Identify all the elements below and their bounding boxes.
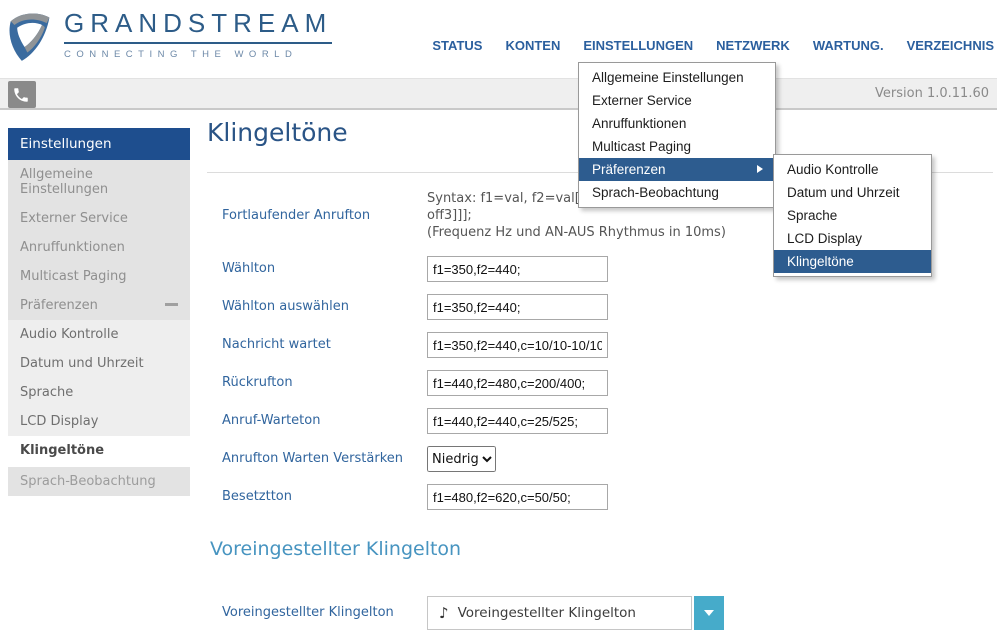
logo-text: GRANDSTREAM CONNECTING THE WORLD (64, 8, 332, 60)
submenu-item-lcd-display[interactable]: LCD Display (774, 227, 931, 250)
besetztton-input[interactable] (427, 484, 608, 510)
nav-verzeichnis[interactable]: VERZEICHNIS (907, 38, 994, 53)
chevron-down-icon (704, 610, 714, 621)
anrufton-warten-verstaerken-select[interactable]: Niedrig (427, 446, 496, 472)
logo: GRANDSTREAM CONNECTING THE WORLD (8, 8, 332, 64)
sidebar-item-sprache[interactable]: Sprache (8, 378, 190, 407)
field-label-anruf-warteton: Anruf-Warteton (222, 413, 427, 429)
field-label-waehlton-auswaehlen: Wählton auswählen (222, 299, 427, 315)
menu-item-praeferenzen[interactable]: Präferenzen (579, 158, 775, 181)
sidebar-title: Einstellungen (8, 128, 190, 160)
sidebar-item-allgemeine-einstellungen[interactable]: Allgemeine Einstellungen (8, 160, 190, 204)
sidebar-item-lcd-display[interactable]: LCD Display (8, 407, 190, 436)
syntax-line-2: off3]]]; (427, 207, 763, 224)
field-label-nachricht-wartet: Nachricht wartet (222, 337, 427, 353)
field-label-anrufton-warten-verstaerken: Anrufton Warten Verstärken (222, 451, 427, 467)
syntax-line-3: (Frequenz Hz und AN-AUS Rhythmus in 10ms… (427, 224, 763, 241)
submenu-item-datum-und-uhrzeit[interactable]: Datum und Uhrzeit (774, 181, 931, 204)
sidebar-item-klingeltoene[interactable]: Klingeltöne (8, 436, 190, 465)
page-title: Klingeltöne (207, 118, 348, 147)
sidebar-item-sprach-beobachtung[interactable]: Sprach-Beobachtung (8, 467, 190, 496)
form-row: Besetztton (222, 484, 822, 510)
form-row: Wählton auswählen (222, 294, 822, 320)
field-label-rueckrufton: Rückrufton (222, 375, 427, 391)
sidebar-item-praeferenzen[interactable]: Präferenzen (8, 291, 190, 320)
default-ringtone-row: Voreingestellter Klingelton ♪ Voreingest… (222, 596, 724, 630)
anruf-warteton-input[interactable] (427, 408, 608, 434)
menu-item-sprach-beobachtung[interactable]: Sprach-Beobachtung (579, 181, 775, 204)
ringtone-combobox: ♪ Voreingestellter Klingelton (427, 596, 724, 630)
page: GRANDSTREAM CONNECTING THE WORLD STATUS … (0, 0, 997, 642)
field-label-voreingestellter-klingelton: Voreingestellter Klingelton (222, 605, 427, 621)
sidebar: Einstellungen Allgemeine Einstellungen E… (8, 128, 190, 496)
ringtone-dropdown-button[interactable] (694, 596, 724, 630)
grandstream-logo-icon (8, 8, 54, 64)
brand-wordmark: GRANDSTREAM (64, 8, 332, 44)
ringtone-form: Fortlaufender Anrufton Syntax: f1=val, f… (222, 190, 822, 522)
form-row: Rückrufton (222, 370, 822, 396)
version-bar: Version 1.0.11.60 (0, 78, 997, 110)
sidebar-item-audio-kontrolle[interactable]: Audio Kontrolle (8, 320, 190, 349)
top-nav: STATUS KONTEN EINSTELLUNGEN NETZWERK WAR… (432, 38, 994, 53)
sidebar-item-externer-service[interactable]: Externer Service (8, 204, 190, 233)
praeferenzen-submenu: Audio Kontrolle Datum und Uhrzeit Sprach… (773, 154, 932, 277)
menu-item-allgemeine-einstellungen[interactable]: Allgemeine Einstellungen (579, 66, 775, 89)
nav-einstellungen[interactable]: EINSTELLUNGEN (583, 38, 693, 53)
field-label-fortlaufender-anrufton: Fortlaufender Anrufton (222, 208, 427, 224)
selected-ringtone-label: Voreingestellter Klingelton (458, 605, 636, 621)
sidebar-item-anruffunktionen[interactable]: Anruffunktionen (8, 233, 190, 262)
nav-status[interactable]: STATUS (432, 38, 482, 53)
field-label-waehlton: Wählton (222, 261, 427, 277)
einstellungen-dropdown-menu: Allgemeine Einstellungen Externer Servic… (578, 62, 776, 208)
form-row: Nachricht wartet (222, 332, 822, 358)
phone-home-button[interactable] (8, 81, 36, 108)
sidebar-item-datum-und-uhrzeit[interactable]: Datum und Uhrzeit (8, 349, 190, 378)
ringtone-combobox-value[interactable]: ♪ Voreingestellter Klingelton (427, 596, 692, 630)
submenu-item-audio-kontrolle[interactable]: Audio Kontrolle (774, 158, 931, 181)
form-row: Anruf-Warteton (222, 408, 822, 434)
nav-netzwerk[interactable]: NETZWERK (716, 38, 790, 53)
form-row: Wählton (222, 256, 822, 282)
submenu-arrow-icon (757, 165, 767, 173)
firmware-version: Version 1.0.11.60 (875, 86, 989, 101)
section-title-voreingestellter-klingelton: Voreingestellter Klingelton (210, 538, 461, 560)
waehlton-auswaehlen-input[interactable] (427, 294, 608, 320)
nachricht-wartet-input[interactable] (427, 332, 608, 358)
menu-item-externer-service[interactable]: Externer Service (579, 89, 775, 112)
sidebar-item-multicast-paging[interactable]: Multicast Paging (8, 262, 190, 291)
submenu-item-sprache[interactable]: Sprache (774, 204, 931, 227)
brand-tagline: CONNECTING THE WORLD (64, 49, 332, 60)
form-row: Anrufton Warten Verstärken Niedrig (222, 446, 822, 472)
waehlton-input[interactable] (427, 256, 608, 282)
submenu-item-klingeltoene[interactable]: Klingeltöne (774, 250, 931, 273)
rueckrufton-input[interactable] (427, 370, 608, 396)
nav-konten[interactable]: KONTEN (505, 38, 560, 53)
app-header: GRANDSTREAM CONNECTING THE WORLD STATUS … (0, 0, 997, 78)
menu-item-anruffunktionen[interactable]: Anruffunktionen (579, 112, 775, 135)
collapse-minus-icon[interactable] (165, 303, 178, 306)
field-label-besetztton: Besetztton (222, 489, 427, 505)
phone-handset-icon (12, 86, 30, 104)
music-note-icon: ♪ (439, 604, 449, 622)
menu-item-label: Präferenzen (592, 162, 666, 177)
nav-wartung[interactable]: WARTUNG. (813, 38, 884, 53)
sidebar-item-label: Präferenzen (20, 298, 98, 313)
menu-item-multicast-paging[interactable]: Multicast Paging (579, 135, 775, 158)
